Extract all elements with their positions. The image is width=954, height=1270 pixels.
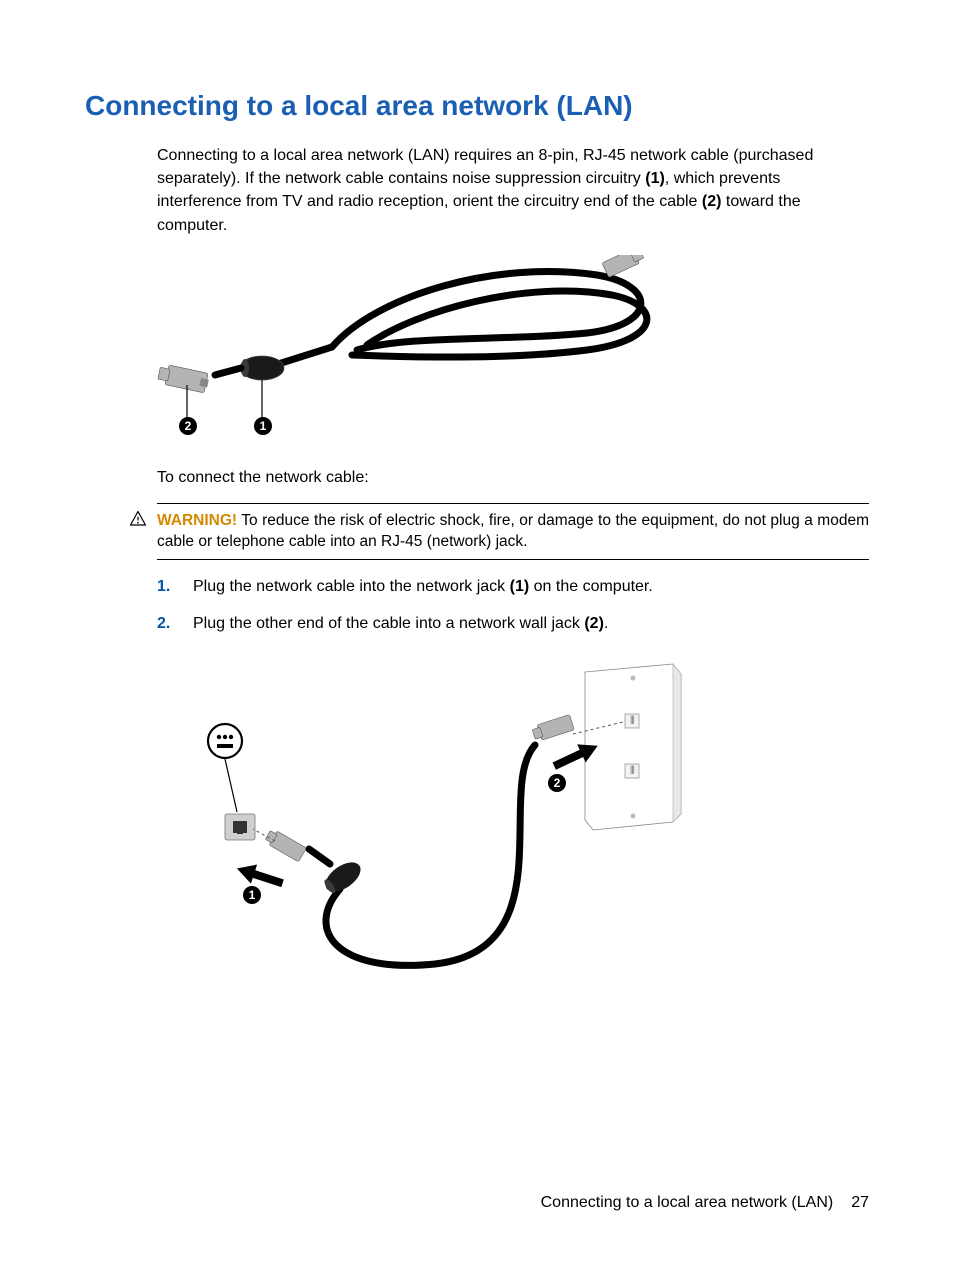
callout-2-badge: 2 [179,417,197,435]
document-page: Connecting to a local area network (LAN)… [0,0,954,1270]
warning-box: WARNING! To reduce the risk of electric … [157,503,869,560]
warning-icon [129,510,147,528]
callout-1-badge-img2: 1 [243,886,261,904]
cable-illustration-1: 2 1 [157,255,657,443]
warning-text: To reduce the risk of electric shock, fi… [157,512,869,551]
step-1: 1. Plug the network cable into the netwo… [157,576,869,598]
step-2-pre: Plug the other end of the cable into a n… [193,615,584,632]
step-2: 2. Plug the other end of the cable into … [157,613,869,635]
warning-label: WARNING! [157,512,237,529]
intro-bold1: (1) [645,170,665,187]
footer-page-number: 27 [851,1194,869,1212]
callout-2-badge-img2: 2 [548,774,566,792]
svg-text:⦀: ⦀ [630,715,635,727]
page-heading: Connecting to a local area network (LAN) [85,90,869,122]
step-2-post: . [604,615,608,632]
step-1-text: Plug the network cable into the network … [193,576,653,598]
step-2-bold: (2) [584,615,604,632]
step-2-text: Plug the other end of the cable into a n… [193,613,608,635]
svg-text:⦀: ⦀ [630,765,635,777]
step-1-number: 1. [157,576,175,598]
step-list: 1. Plug the network cable into the netwo… [157,576,869,635]
intro-paragraph: Connecting to a local area network (LAN)… [157,144,869,237]
callout-1-badge: 1 [254,417,272,435]
intro-bold2: (2) [702,193,722,210]
step-2-number: 2. [157,613,175,635]
step-1-pre: Plug the network cable into the network … [193,578,510,595]
page-footer: Connecting to a local area network (LAN)… [541,1194,869,1212]
footer-title: Connecting to a local area network (LAN) [541,1194,834,1212]
step-1-bold: (1) [510,578,530,595]
cable-illustration-2: ⦀ ⦀ [185,649,705,999]
sub-intro: To connect the network cable: [157,469,869,487]
step-1-post: on the computer. [529,578,653,595]
